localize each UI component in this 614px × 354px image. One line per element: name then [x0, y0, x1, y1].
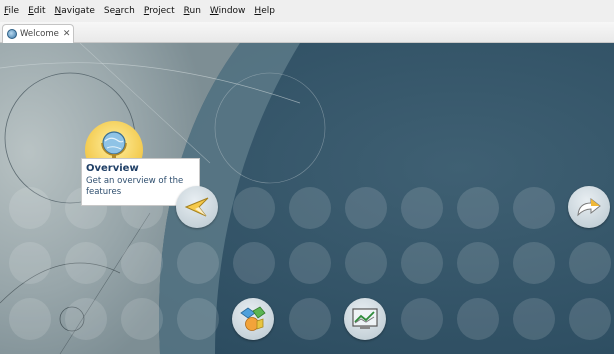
menu-run[interactable]: Run	[184, 0, 201, 22]
menu-bar: File Edit Navigate Search Project Run Wi…	[0, 0, 614, 22]
welcome-page: Overview Get an overview of the features	[0, 43, 614, 354]
compass-icon	[184, 197, 209, 217]
tooltip-title: Overview	[86, 163, 139, 174]
editor-tab-bar: Welcome ✕ ⌂ ⇦	[0, 22, 614, 60]
workbench-button[interactable]	[568, 186, 610, 228]
tab-welcome[interactable]: Welcome ✕	[2, 24, 74, 43]
menu-file[interactable]: File	[4, 0, 19, 22]
eclipse-window: File Edit Navigate Search Project Run Wi…	[0, 0, 614, 354]
menu-window[interactable]: Window	[210, 0, 246, 22]
tab-welcome-label: Welcome	[20, 29, 59, 39]
menu-search[interactable]: Search	[104, 0, 135, 22]
menu-navigate[interactable]: Navigate	[55, 0, 95, 22]
welcome-tab-icon	[7, 29, 17, 39]
close-icon[interactable]: ✕	[63, 29, 71, 39]
arrow-curve-icon	[577, 197, 601, 217]
menu-edit[interactable]: Edit	[28, 0, 45, 22]
menu-project[interactable]: Project	[144, 0, 175, 22]
shapes-icon	[240, 306, 266, 331]
samples-button[interactable]	[232, 298, 274, 340]
chart-screen-icon	[352, 308, 378, 329]
whats-new-button[interactable]	[344, 298, 386, 340]
menu-help[interactable]: Help	[254, 0, 275, 22]
tutorials-button[interactable]	[176, 186, 218, 228]
